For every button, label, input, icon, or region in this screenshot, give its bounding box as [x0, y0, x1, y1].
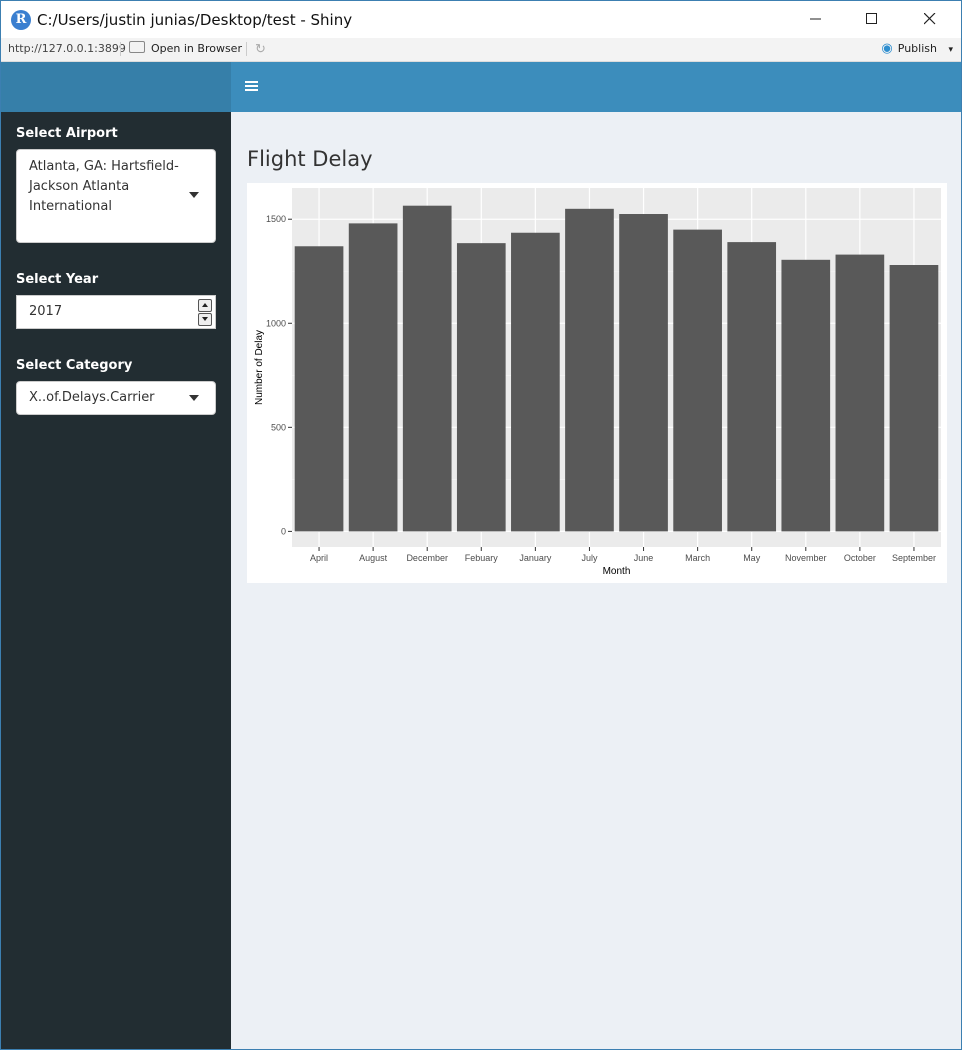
airport-select[interactable]: Atlanta, GA: Hartsfield- Jackson Atlanta… [16, 149, 216, 243]
open-in-browser-label: Open in Browser [151, 42, 242, 55]
category-select-value: X..of.Delays.Carrier [29, 390, 155, 405]
bar-october [835, 254, 885, 532]
dashboard-header [231, 62, 961, 112]
airport-select-value: Atlanta, GA: Hartsfield- Jackson Atlanta… [29, 157, 179, 217]
year-input[interactable]: 2017 [16, 295, 216, 329]
y-tick-label: 0 [281, 526, 286, 536]
page-title: Flight Delay [247, 147, 373, 171]
minimize-button[interactable] [793, 1, 839, 38]
app-window: R C:/Users/justin junias/Desktop/test - … [0, 0, 962, 1050]
chevron-down-icon [189, 192, 199, 198]
chevron-down-icon [189, 395, 199, 401]
airport-line-3: International [29, 199, 112, 214]
bar-november [781, 259, 831, 532]
bar-january [511, 232, 560, 532]
x-tick-label: December [406, 553, 448, 563]
x-tick-label: January [519, 553, 552, 563]
x-tick-label: September [892, 553, 936, 563]
bar-december [402, 205, 452, 532]
x-tick-label: October [844, 553, 876, 563]
bar-august [348, 223, 398, 532]
y-tick-label: 500 [271, 422, 286, 432]
x-tick-label: November [785, 553, 827, 563]
publish-button[interactable]: ◉ Publish ▾ [881, 41, 953, 56]
bar-april [294, 246, 344, 532]
open-in-browser-icon [129, 41, 145, 53]
chart-svg: 0 500 1000 1500 April August December Febuary Ja… [254, 188, 941, 577]
year-label: Select Year [16, 272, 99, 287]
bar-may [727, 242, 777, 532]
year-stepper[interactable] [198, 299, 212, 326]
viewer-toolbar: http://127.0.0.1:3899 Open in Browser ↻ … [1, 38, 961, 62]
maximize-icon [866, 13, 877, 24]
stepper-up-icon[interactable] [198, 299, 212, 312]
hamburger-icon[interactable] [245, 77, 258, 95]
toolbar-divider [246, 42, 247, 56]
bar-july [565, 208, 614, 532]
publish-icon: ◉ [881, 41, 893, 56]
y-tick-label: 1000 [266, 318, 286, 328]
x-tick-label: June [634, 553, 654, 563]
close-button[interactable] [907, 1, 953, 38]
r-logo-icon: R [11, 10, 31, 30]
open-in-browser-button[interactable]: Open in Browser [129, 41, 242, 55]
flight-delay-chart: 0 500 1000 1500 April August December Febuary Ja… [247, 183, 947, 583]
airport-line-2: Jackson Atlanta [29, 179, 130, 194]
y-tick-label: 1500 [266, 214, 286, 224]
airport-label: Select Airport [16, 126, 118, 141]
x-tick-label: April [310, 553, 328, 563]
window-title: C:/Users/justin junias/Desktop/test - Sh… [37, 11, 353, 29]
title-bar: R C:/Users/justin junias/Desktop/test - … [1, 1, 961, 38]
x-tick-label: Febuary [465, 553, 499, 563]
url-text: http://127.0.0.1:3899 [8, 42, 126, 55]
x-tick-label: July [581, 553, 598, 563]
x-tick-label: May [743, 553, 761, 563]
x-tick-label: March [685, 553, 710, 563]
x-tick-label: August [359, 553, 388, 563]
bar-september [889, 265, 939, 532]
sidebar: Select Airport Atlanta, GA: Hartsfield- … [1, 112, 231, 1049]
toolbar-divider [120, 42, 121, 56]
category-label: Select Category [16, 358, 133, 373]
close-icon [923, 12, 936, 25]
refresh-icon[interactable]: ↻ [255, 41, 266, 57]
stepper-down-icon[interactable] [198, 313, 212, 326]
maximize-button[interactable] [849, 1, 895, 38]
y-axis-label: Number of Delay [254, 330, 265, 405]
category-select[interactable]: X..of.Delays.Carrier [16, 381, 216, 415]
header-logo-area [1, 62, 231, 112]
publish-label: Publish [897, 42, 937, 55]
airport-line-1: Atlanta, GA: Hartsfield- [29, 159, 179, 174]
publish-dropdown-icon[interactable]: ▾ [948, 45, 953, 55]
year-input-value: 2017 [29, 304, 63, 319]
bar-febuary [456, 243, 506, 532]
bar-june [619, 214, 668, 532]
minimize-icon [810, 18, 821, 20]
bar-march [673, 229, 722, 532]
x-axis-label: Month [603, 566, 631, 577]
